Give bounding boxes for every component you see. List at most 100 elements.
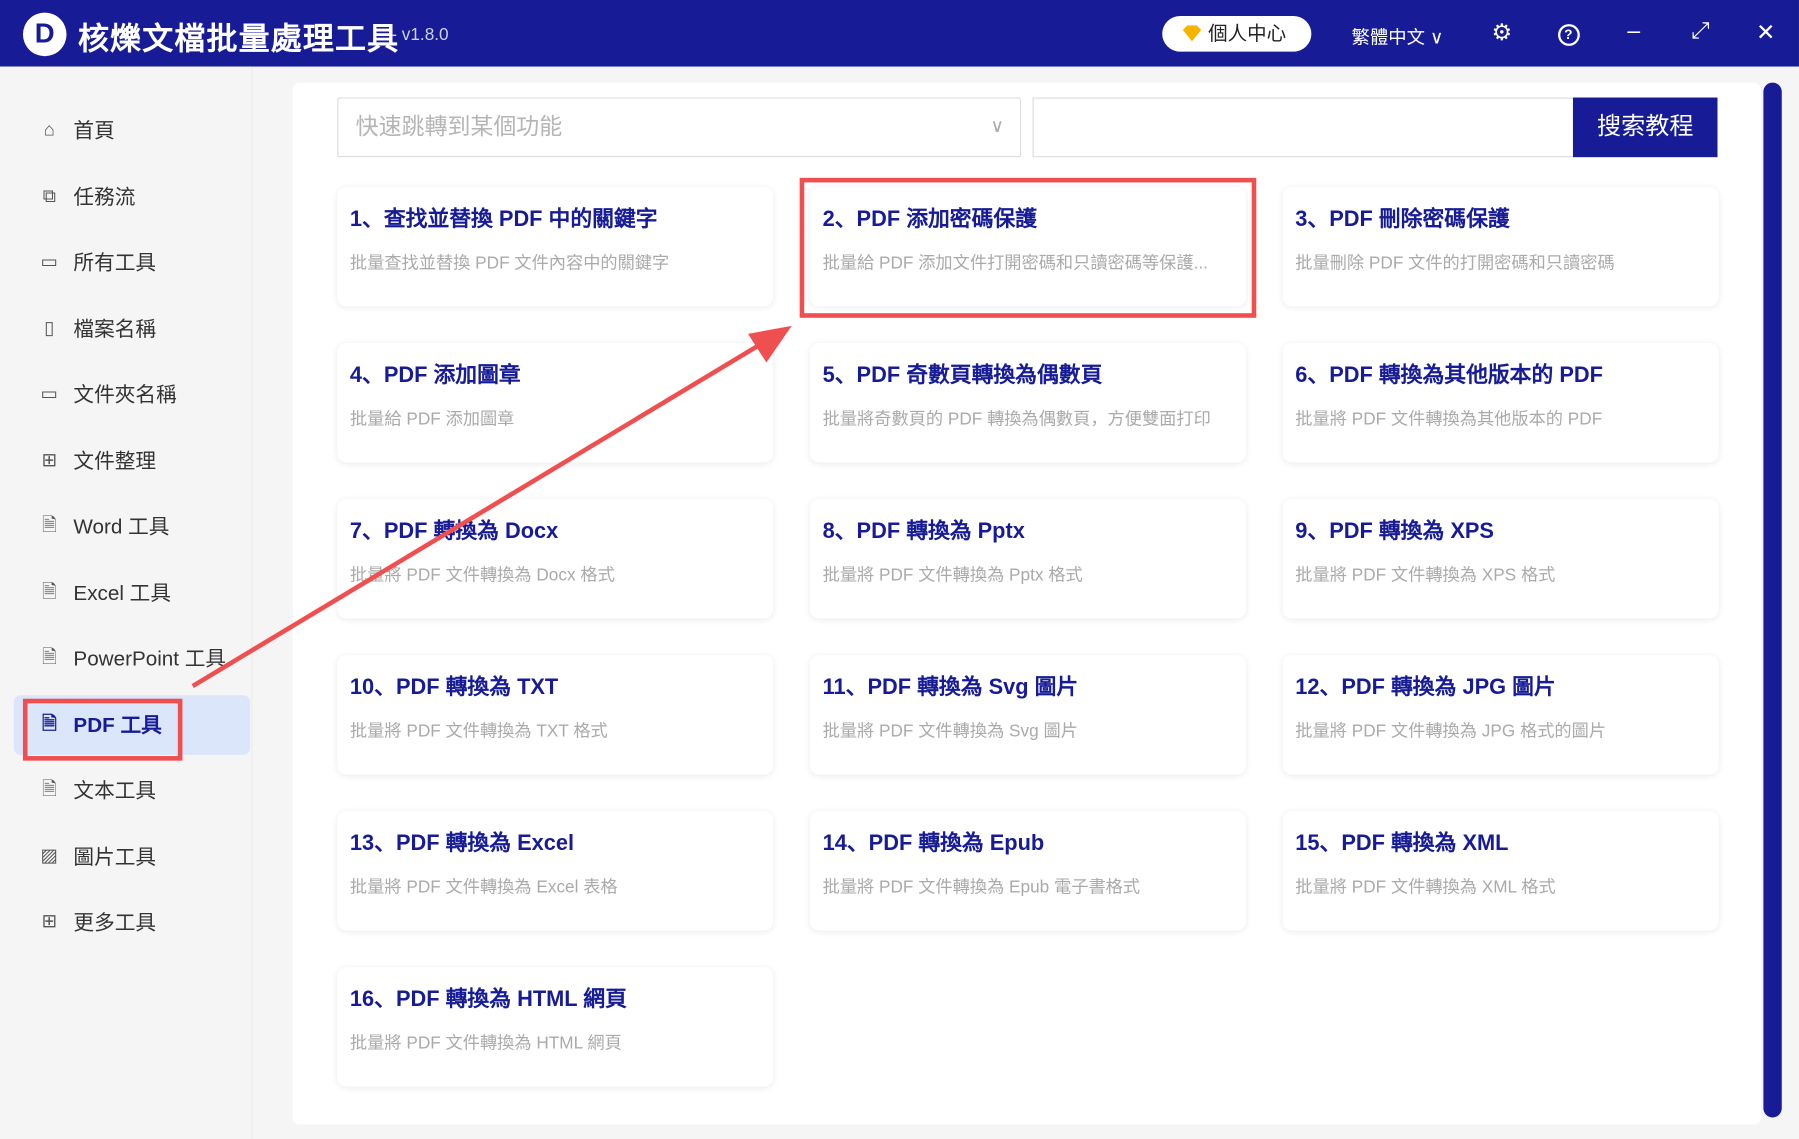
tool-card-title: 3、PDF 刪除密碼保護: [1295, 207, 1510, 232]
tool-card[interactable]: 16、PDF 轉換為 HTML 網頁批量將 PDF 文件轉換為 HTML 網頁: [337, 967, 774, 1087]
tool-card-title: 11、PDF 轉換為 Svg 圖片: [822, 675, 1079, 700]
sidebar-item-3[interactable]: ▯ 檔案名稱: [14, 299, 250, 359]
tool-card-title: 1、查找並替換 PDF 中的關鍵字: [349, 207, 658, 232]
language-select[interactable]: 繁體中文 ∨: [1352, 22, 1444, 50]
tool-card-description: 批量刪除 PDF 文件的打開密碼和只讀密碼: [1295, 253, 1615, 274]
tool-card[interactable]: 7、PDF 轉換為 Docx 批量將 PDF 文件轉換為 Docx 格式: [337, 499, 774, 619]
home-icon: ⌂: [43, 120, 55, 140]
pdf-file-icon: 🗎: [41, 714, 57, 734]
monitor-icon: ▭: [40, 252, 59, 272]
tool-card-description: 批量給 PDF 添加圖章: [349, 409, 515, 430]
workflow-icon: ⧉: [42, 186, 56, 206]
sidebar-item-label: 文件夾名稱: [73, 383, 177, 407]
chevron-down-icon: ∨: [990, 117, 1004, 137]
sidebar-item-label: Word 工具: [73, 515, 170, 539]
app-version: - v1.8.0: [391, 25, 449, 45]
sidebar-item-label: PowerPoint 工具: [73, 647, 227, 671]
sidebar-item-7[interactable]: 🗎 Excel 工具: [14, 563, 250, 623]
sidebar-item-6[interactable]: 🗎 Word 工具: [14, 497, 250, 557]
tool-card-description: 批量將 PDF 文件轉換為 HTML 網頁: [349, 1033, 622, 1054]
sidebar-item-2[interactable]: ▭ 所有工具: [14, 233, 250, 293]
tool-card[interactable]: 4、PDF 添加圖章批量給 PDF 添加圖章: [337, 343, 774, 463]
sidebar-item-label: 文本工具: [73, 779, 157, 802]
tool-card[interactable]: 9、PDF 轉換為 XPS 批量將 PDF 文件轉換為 XPS 格式: [1282, 499, 1719, 619]
app-title: 核爍文檔批量處理工具: [78, 21, 400, 57]
scrollbar[interactable]: [1763, 82, 1782, 1118]
tool-card-title: 10、PDF 轉換為 TXT: [349, 675, 559, 700]
ppt-file-icon: 🗎: [41, 648, 57, 668]
sidebar-item-label: 首頁: [73, 119, 115, 143]
tool-card-description: 批量將 PDF 文件轉換為 Svg 圖片: [822, 721, 1078, 742]
tool-card[interactable]: 6、PDF 轉換為其他版本的 PDF 批量將 PDF 文件轉換為其他版本的 PDF: [1282, 343, 1719, 463]
sidebar-item-label: 所有工具: [73, 251, 157, 275]
tool-card[interactable]: 14、PDF 轉換為 Epub 批量將 PDF 文件轉換為 Epub 電子書格式: [809, 811, 1246, 931]
sidebar: ⌂ 首頁 ⧉ 任務流 ▭ 所有工具 ▯ 檔案名稱 ▭ 文件夾名稱 ⊞ 文件整理 🗎 Word 工具 🗎 Exc…: [0, 66, 253, 1139]
grid-icon: ⊞: [41, 912, 58, 932]
title-bar: D 核爍文檔批量處理工具 - v1.8.0 個人中心 繁體中文 ∨ ⚙ ? – …: [0, 0, 1799, 67]
diamond-icon: [1182, 25, 1202, 42]
user-center-button[interactable]: 個人中心: [1162, 16, 1312, 52]
sidebar-item-label: PDF 工具: [73, 713, 162, 736]
tool-card[interactable]: 8、PDF 轉換為 Pptx 批量將 PDF 文件轉換為 Pptx 格式: [809, 499, 1246, 619]
tool-card-title: 4、PDF 添加圖章: [349, 363, 521, 388]
tool-card-description: 批量將 PDF 文件轉換為 JPG 格式的圖片: [1295, 721, 1607, 742]
maximize-icon[interactable]: ⤢: [1685, 18, 1715, 44]
file-name-icon: ▯: [44, 318, 55, 338]
tool-card-title: 6、PDF 轉換為其他版本的 PDF: [1295, 363, 1603, 388]
tool-card-title: 14、PDF 轉換為 Epub: [822, 831, 1045, 856]
tool-card-title: 8、PDF 轉換為 Pptx: [822, 519, 1025, 544]
tool-card-description: 批量將 PDF 文件轉換為 Epub 電子書格式: [822, 877, 1141, 898]
tool-card[interactable]: 15、PDF 轉換為 XML 批量將 PDF 文件轉換為 XML 格式: [1282, 811, 1719, 931]
sidebar-item-8[interactable]: 🗎 PowerPoint 工具: [14, 629, 250, 689]
tool-card-description: 批量將奇數頁的 PDF 轉換為偶數頁，方便雙面打印: [822, 409, 1211, 430]
text-file-icon: 🗎: [41, 780, 57, 800]
tool-card-description: 批量將 PDF 文件轉換為 XPS 格式: [1295, 565, 1556, 586]
app-logo: D: [22, 12, 67, 57]
help-icon[interactable]: ?: [1553, 21, 1583, 46]
sidebar-item-0[interactable]: ⌂ 首頁: [14, 101, 250, 161]
sidebar-item-9[interactable]: 🗎 PDF 工具: [13, 694, 251, 755]
tool-card[interactable]: 1、查找並替換 PDF 中的關鍵字批量查找並替換 PDF 文件內容中的關鍵字: [337, 187, 774, 307]
folder-icon: ▭: [40, 384, 59, 404]
sidebar-item-4[interactable]: ▭ 文件夾名稱: [14, 365, 250, 425]
tool-card-description: 批量將 PDF 文件轉換為 TXT 格式: [349, 721, 608, 742]
image-icon: ▨: [40, 846, 59, 866]
settings-icon[interactable]: ⚙: [1487, 18, 1517, 47]
close-icon[interactable]: ✕: [1751, 18, 1781, 47]
tool-card-description: 批量將 PDF 文件轉換為 XML 格式: [1295, 877, 1556, 898]
sidebar-item-label: 任務流: [73, 185, 136, 209]
tool-card-title: 5、PDF 奇數頁轉換為偶數頁: [822, 363, 1103, 388]
sidebar-item-label: 文件整理: [73, 449, 157, 473]
tool-card-title: 15、PDF 轉換為 XML: [1295, 831, 1509, 856]
tool-card[interactable]: 5、PDF 奇數頁轉換為偶數頁批量將奇數頁的 PDF 轉換為偶數頁，方便雙面打印: [809, 343, 1246, 463]
tool-card-title: 9、PDF 轉換為 XPS: [1295, 519, 1494, 544]
sidebar-item-label: 圖片工具: [73, 844, 157, 868]
sidebar-item-label: 更多工具: [73, 910, 157, 934]
tool-card-title: 12、PDF 轉換為 JPG 圖片: [1295, 675, 1556, 700]
tool-card[interactable]: 3、PDF 刪除密碼保護批量刪除 PDF 文件的打開密碼和只讀密碼: [1282, 187, 1719, 307]
sidebar-item-1[interactable]: ⧉ 任務流: [14, 167, 250, 227]
sidebar-item-12[interactable]: ⊞ 更多工具: [14, 893, 250, 953]
tool-card-description: 批量將 PDF 文件轉換為 Docx 格式: [349, 565, 615, 586]
tool-card-description: 批量查找並替換 PDF 文件內容中的關鍵字: [349, 253, 670, 274]
tool-card[interactable]: 2、PDF 添加密碼保護 批量給 PDF 添加文件打開密碼和只讀密碼等保護...: [809, 187, 1246, 307]
search-input[interactable]: [1032, 97, 1575, 158]
sidebar-item-5[interactable]: ⊞ 文件整理: [14, 431, 250, 491]
quick-jump-select[interactable]: 快速跳轉到某個功能 ∨: [337, 97, 1022, 158]
sidebar-item-10[interactable]: 🗎 文本工具: [14, 761, 250, 821]
tool-card-title: 7、PDF 轉換為 Docx: [349, 519, 559, 544]
minimize-icon[interactable]: –: [1619, 18, 1649, 44]
word-file-icon: 🗎: [41, 516, 57, 536]
quick-jump-placeholder: 快速跳轉到某個功能: [355, 114, 563, 140]
excel-file-icon: 🗎: [41, 582, 57, 602]
tool-card[interactable]: 11、PDF 轉換為 Svg 圖片批量將 PDF 文件轉換為 Svg 圖片: [809, 655, 1246, 775]
tool-card[interactable]: 12、PDF 轉換為 JPG 圖片批量將 PDF 文件轉換為 JPG 格式的圖片: [1282, 655, 1719, 775]
user-center-label: 個人中心: [1208, 22, 1287, 45]
tool-card-description: 批量將 PDF 文件轉換為 Excel 表格: [349, 877, 618, 898]
tool-card[interactable]: 13、PDF 轉換為 Excel 批量將 PDF 文件轉換為 Excel 表格: [337, 811, 774, 931]
search-tutorial-button[interactable]: 搜索教程: [1572, 97, 1718, 158]
tool-card[interactable]: 10、PDF 轉換為 TXT 批量將 PDF 文件轉換為 TXT 格式: [337, 655, 774, 775]
tool-card-title: 16、PDF 轉換為 HTML 網頁: [349, 987, 627, 1012]
tool-card-description: 批量將 PDF 文件轉換為 Pptx 格式: [822, 565, 1083, 586]
sidebar-item-11[interactable]: ▨ 圖片工具: [14, 827, 250, 887]
